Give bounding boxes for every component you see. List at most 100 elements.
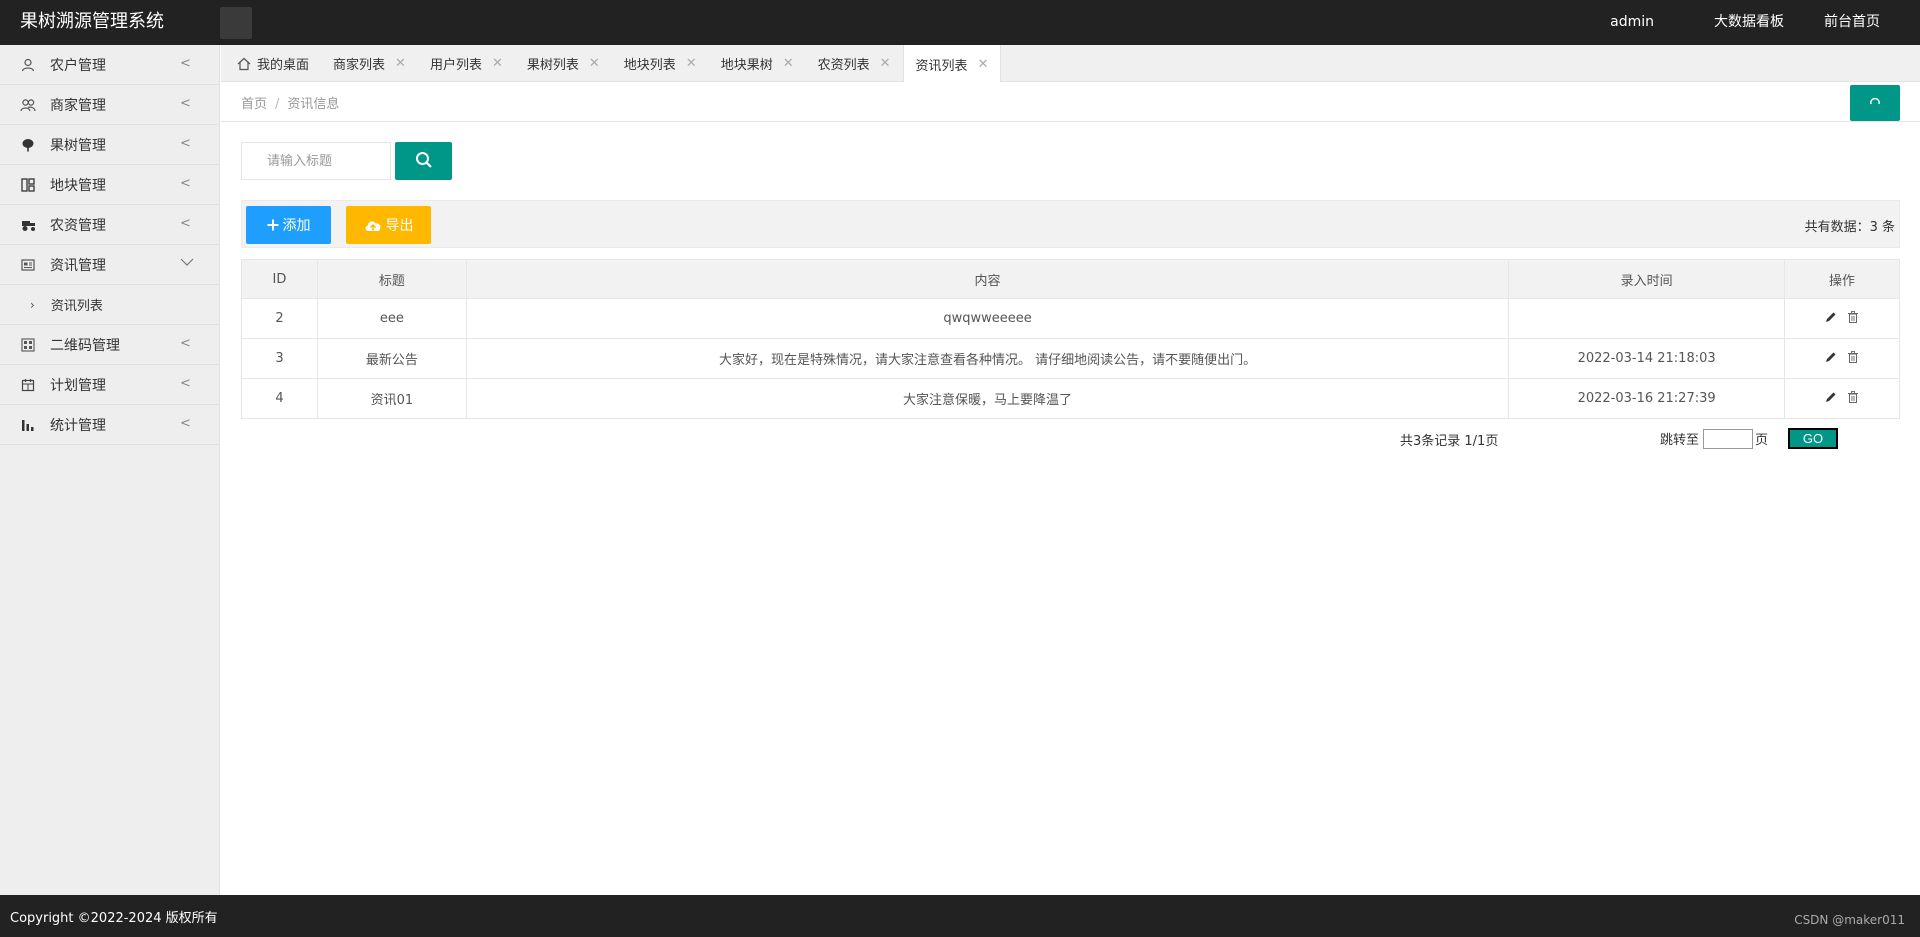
pager-jump-label: 跳转至 <box>1660 433 1700 448</box>
cell-id: 3 <box>241 338 318 379</box>
tab-plot-tree[interactable]: 地块果树 ✕ <box>709 45 806 82</box>
nav-frontpage-link[interactable]: 前台首页 <box>1804 0 1920 45</box>
sidebar-item-label: 果树管理 <box>50 137 106 154</box>
sidebar-subitem-news-list[interactable]: › 资讯列表 <box>0 285 219 325</box>
pager-total: 共3条记录 1/1页 <box>1400 434 1499 449</box>
tab-plot-list[interactable]: 地块列表 ✕ <box>612 45 709 82</box>
sidebar-item-label: 资讯管理 <box>50 257 106 274</box>
breadcrumb-home[interactable]: 首页 <box>241 97 267 112</box>
sidebar-item-plan[interactable]: 计划管理 < <box>0 365 219 405</box>
cell-actions <box>1784 378 1900 419</box>
trash-icon[interactable] <box>1847 390 1859 403</box>
cell-content: 大家好，现在是特殊情况，请大家注意查看各种情况。 请仔细地阅读公告，请不要随便出… <box>465 338 1510 379</box>
sidebar-item-label: 地块管理 <box>50 177 106 194</box>
sidebar-item-label: 二维码管理 <box>50 337 120 354</box>
refresh-icon <box>1869 95 1881 111</box>
search-icon <box>415 151 433 172</box>
chevron-left-icon: < <box>180 216 191 231</box>
chevron-left-icon: < <box>180 416 191 431</box>
table-row: 2 eee qwqwweeeee <box>241 298 1900 339</box>
sidebar-item-label: 计划管理 <box>50 377 106 394</box>
tab-label: 地块果树 <box>720 58 773 73</box>
sidebar-subitem-label: 资讯列表 <box>50 299 103 314</box>
cell-actions <box>1784 298 1900 339</box>
column-header-id: ID <box>241 259 318 299</box>
sidebar-item-qrcode[interactable]: 二维码管理 < <box>0 325 219 365</box>
go-button[interactable]: GO <box>1788 428 1839 449</box>
add-button[interactable]: 添加 <box>246 206 331 244</box>
edit-icon[interactable] <box>1825 311 1837 323</box>
chevron-left-icon: < <box>180 376 191 391</box>
refresh-button[interactable] <box>1850 85 1900 121</box>
edit-icon[interactable] <box>1825 391 1837 403</box>
nav-admin-link[interactable]: admin <box>1590 0 1694 45</box>
user-icon <box>20 57 36 73</box>
tab-supplies-list[interactable]: 农资列表 ✕ <box>806 45 903 82</box>
title-search-input[interactable] <box>241 142 391 180</box>
cell-time: 2022-03-14 21:18:03 <box>1508 338 1786 379</box>
chevron-left-icon: < <box>180 336 191 351</box>
plus-icon <box>267 219 279 231</box>
trash-icon[interactable] <box>1847 310 1859 323</box>
sidebar-item-news[interactable]: 资讯管理 <box>0 245 219 285</box>
qrcode-icon <box>20 337 36 353</box>
tractor-icon <box>20 217 36 233</box>
cell-id: 4 <box>241 378 318 419</box>
sidebar-item-merchant[interactable]: 商家管理 < <box>0 85 219 125</box>
table-row: 4 资讯01 大家注意保暖，马上要降温了 2022-03-16 21:27:39 <box>241 378 1900 419</box>
nav-dashboard-link[interactable]: 大数据看板 <box>1694 0 1804 45</box>
close-icon[interactable]: ✕ <box>783 56 794 71</box>
tab-bar: 我的桌面 商家列表 ✕ 用户列表 ✕ 果树列表 ✕ 地块列表 ✕ 地块果树 ✕ … <box>221 45 1920 83</box>
pager-jump: 跳转至 页 GO <box>1660 428 1839 449</box>
column-header-actions: 操作 <box>1784 259 1900 299</box>
tab-news-list[interactable]: 资讯列表 ✕ <box>902 45 1002 83</box>
breadcrumb-current: 资讯信息 <box>287 97 340 112</box>
data-count: 共有数据：3 条 <box>1804 220 1895 235</box>
chevron-left-icon: < <box>180 96 191 111</box>
tab-tree-list[interactable]: 果树列表 ✕ <box>515 45 612 82</box>
sidebar-item-supplies[interactable]: 农资管理 < <box>0 205 219 245</box>
tab-merchant-list[interactable]: 商家列表 ✕ <box>321 45 418 82</box>
sidebar-item-tree[interactable]: 果树管理 < <box>0 125 219 165</box>
sidebar-toggle-button[interactable] <box>220 7 252 39</box>
breadcrumb-bar: 首页 / 资讯信息 <box>221 82 1920 122</box>
sidebar: 农户管理 < 商家管理 < 果树管理 < 地块管理 < 农资管理 < 资讯管理 <box>0 45 220 895</box>
add-button-label: 添加 <box>282 217 311 233</box>
close-icon[interactable]: ✕ <box>395 56 406 71</box>
copyright-text: Copyright ©2022-2024 版权所有 <box>10 911 218 926</box>
chevron-left-icon: < <box>180 176 191 191</box>
sidebar-item-farmer[interactable]: 农户管理 < <box>0 45 219 85</box>
sidebar-item-label: 商家管理 <box>50 97 106 114</box>
users-icon <box>20 97 36 113</box>
close-icon[interactable]: ✕ <box>686 56 697 71</box>
table-toolbar: 添加 导出 共有数据：3 条 <box>241 200 1900 248</box>
cell-id: 2 <box>241 298 318 339</box>
cell-title: 资讯01 <box>316 378 467 419</box>
cell-time: 2022-03-16 21:27:39 <box>1508 378 1786 419</box>
chevron-down-icon <box>180 256 194 271</box>
app-title: 果树溯源管理系统 <box>20 11 164 32</box>
page-number-input[interactable] <box>1703 428 1754 449</box>
cloud-upload-icon <box>364 218 382 232</box>
tab-desktop[interactable]: 我的桌面 <box>225 45 321 82</box>
chevron-left-icon: < <box>180 56 191 71</box>
column-header-content: 内容 <box>465 259 1510 299</box>
tab-user-list[interactable]: 用户列表 ✕ <box>418 45 515 82</box>
chevron-left-icon: < <box>180 136 191 151</box>
close-icon[interactable]: ✕ <box>492 56 503 71</box>
cell-time <box>1508 298 1786 339</box>
close-icon[interactable]: ✕ <box>589 56 600 71</box>
news-icon <box>20 257 36 273</box>
sidebar-item-label: 统计管理 <box>50 417 106 434</box>
close-icon[interactable]: ✕ <box>978 57 989 72</box>
export-button[interactable]: 导出 <box>346 206 431 244</box>
edit-icon[interactable] <box>1825 351 1837 363</box>
breadcrumb-separator: / <box>275 97 280 112</box>
search-button[interactable] <box>395 142 452 180</box>
close-icon[interactable]: ✕ <box>880 56 891 71</box>
watermark-text: CSDN @maker011 <box>1794 913 1905 927</box>
sidebar-item-stats[interactable]: 统计管理 < <box>0 405 219 445</box>
sidebar-item-plot[interactable]: 地块管理 < <box>0 165 219 205</box>
cell-actions <box>1784 338 1900 379</box>
trash-icon[interactable] <box>1847 350 1859 363</box>
